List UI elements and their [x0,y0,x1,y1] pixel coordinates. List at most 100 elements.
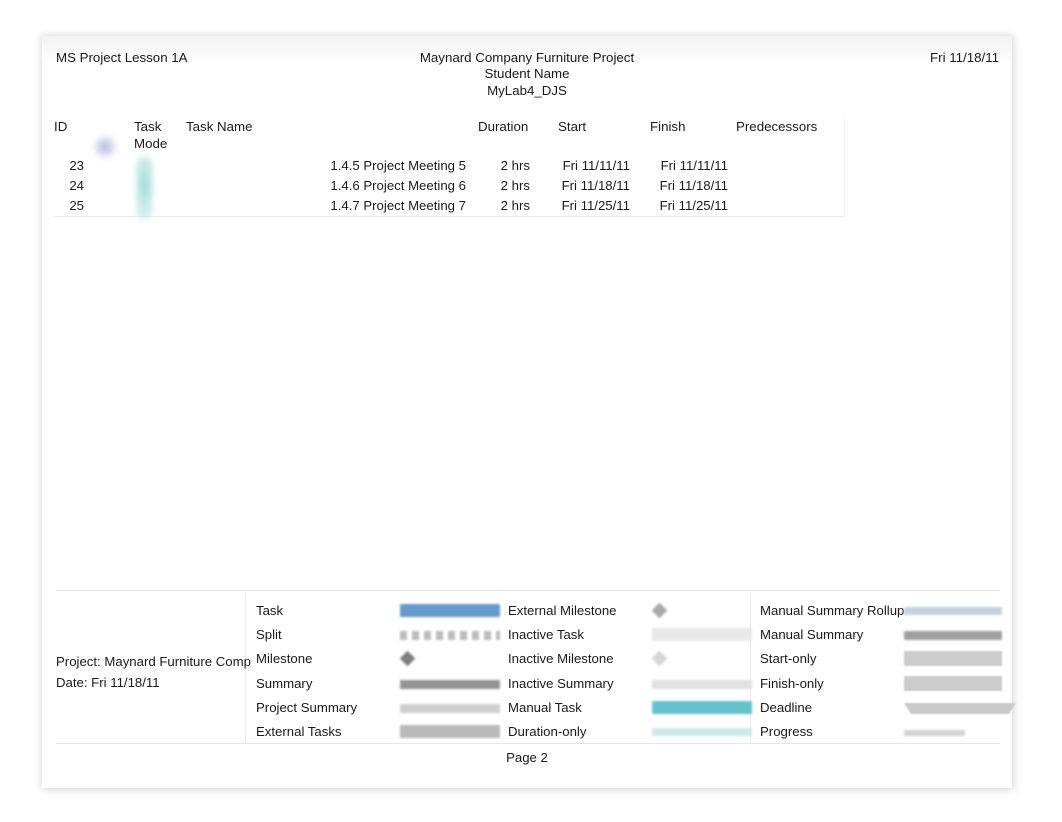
table-right-edge [844,118,845,218]
cell-finish: Fri 11/25/11 [659,198,728,213]
legend-swatch-manual-task [652,700,752,714]
cell-duration: 2 hrs [500,158,530,173]
legend-item: Task [256,599,508,623]
legend-column-a: Task Split Milestone Summary Project Sum… [256,599,508,744]
legend-swatch-milestone [399,651,416,667]
legend-item: Split [256,623,508,647]
legend-swatch-external-tasks [400,724,500,738]
cell-task-name: 1.4.5 Project Meeting 5 [330,158,466,173]
legend-swatch-deadline [904,702,1016,714]
legend-swatch-task [400,604,500,617]
legend-item: External Milestone [508,599,760,623]
legend-project-date: Date: Fri 11/18/11 [56,674,160,690]
legend-swatch-inactive-milestone [651,651,668,667]
column-header-id: ID [54,119,68,134]
legend-project-info: Project: Maynard Furniture Comp Date: Fr… [56,652,251,693]
column-header-duration: Duration [478,119,529,134]
table-bottom-rule [54,216,844,217]
legend-label-inactive-task: Inactive Task [508,627,584,643]
header-project-title: Maynard Company Furniture Project [419,50,635,65]
legend-item: Manual Task [508,696,760,720]
page-header: MS Project Lesson 1A Maynard Company Fur… [42,50,1012,110]
task-table: ID Task Mode Task Name Duration Start Fi… [42,118,847,216]
legend-label-manual-summary-rollup: Manual Summary Rollup [760,603,905,618]
legend-panel: Project: Maynard Furniture Comp Date: Fr… [42,591,1016,744]
legend-item: Project Summary [256,696,508,720]
legend-item: Start-only [760,647,1012,671]
column-header-finish: Finish [650,119,686,134]
legend-label-project-summary: Project Summary [256,699,358,715]
legend-item: Progress [760,720,1012,744]
legend-item: Inactive Task [508,623,760,647]
cell-duration: 2 hrs [500,198,530,213]
table-row[interactable]: 24 1.4.6 Project Meeting 6 2 hrs Fri 11/… [42,176,847,196]
legend-label-milestone: Milestone [256,651,313,667]
footer-separator [56,743,1000,744]
legend-item: Finish-only [760,672,1012,696]
legend-swatch-external-milestone [651,602,668,619]
legend-swatch-start-only [904,651,1002,667]
legend-label-manual-summary: Manual Summary [760,627,864,643]
header-student-name: Student Name [484,66,570,82]
legend-item: Inactive Milestone [508,647,760,671]
legend-project-name: Project: Maynard Furniture Comp [56,654,251,669]
cell-id: 24 [69,178,84,193]
legend-label-inactive-milestone: Inactive Milestone [508,651,614,667]
printed-page-sheet: MS Project Lesson 1A Maynard Company Fur… [42,36,1016,788]
legend-label-task: Task [256,603,284,618]
legend-swatch-summary [400,679,500,689]
legend-item: Deadline [760,696,1016,720]
legend-item: Inactive Summary [508,672,760,696]
legend-swatch-finish-only [904,675,1002,691]
header-date-text: Fri 11/18/11 [930,50,999,65]
cell-finish: Fri 11/11/11 [660,158,728,173]
legend-swatch-manual-summary-rollup [904,607,1002,615]
legend-label-duration-only: Duration-only [508,723,587,739]
column-header-task-name: Task Name [186,119,253,134]
cell-id: 25 [69,198,84,213]
header-file-name: MyLab4_DJS [487,82,567,98]
legend-label-deadline: Deadline [760,699,813,715]
legend-label-external-milestone: External Milestone [508,603,617,618]
legend-item: External Tasks [256,720,508,744]
legend-label-progress: Progress [760,723,813,739]
table-header-row: ID Task Mode Task Name Duration Start Fi… [42,118,847,156]
column-header-start: Start [558,119,587,134]
column-header-task-mode: Task Mode [134,119,168,151]
legend-column-c: Manual Summary Rollup Manual Summary Sta… [760,599,1016,744]
manual-schedule-icon [137,156,152,220]
legend-label-manual-task: Manual Task [508,699,582,715]
legend-swatch-project-summary [400,703,500,713]
legend-item: Manual Summary Rollup [760,599,1012,623]
legend-swatch-progress [904,729,1002,736]
legend-label-external-tasks: External Tasks [256,723,342,739]
legend-label-summary: Summary [256,675,313,691]
legend-label-inactive-summary: Inactive Summary [508,675,614,691]
table-row[interactable]: 23 1.4.5 Project Meeting 5 2 hrs Fri 11/… [42,156,847,176]
legend-label-finish-only: Finish-only [760,675,824,691]
legend-column-b: External Milestone Inactive Task Inactiv… [508,599,760,744]
legend-swatch-duration-only [652,727,752,736]
table-row[interactable]: 25 1.4.7 Project Meeting 7 2 hrs Fri 11/… [42,196,847,216]
page-number-label: Page 2 [506,750,548,765]
legend-swatch-inactive-summary [652,679,752,689]
legend-item: Duration-only [508,720,760,744]
cell-start: Fri 11/11/11 [562,158,630,173]
legend-item: Summary [256,672,508,696]
legend-item: Milestone [256,647,508,671]
column-header-predecessors: Predecessors [736,119,818,134]
cell-start: Fri 11/25/11 [561,198,630,213]
legend-item: Manual Summary [760,623,1012,647]
cell-start: Fri 11/18/11 [561,178,630,193]
cell-finish: Fri 11/18/11 [659,178,728,193]
header-center-text: Maynard Company Furniture Project Studen… [42,50,1012,99]
legend-swatch-split [400,631,500,641]
legend-swatch-manual-summary [904,631,1002,641]
legend-label-split: Split [256,627,282,643]
cell-task-name: 1.4.6 Project Meeting 6 [330,178,466,193]
legend-swatch-inactive-task [652,628,752,642]
legend-label-start-only: Start-only [760,651,817,667]
auto-schedule-icon [92,134,118,160]
cell-id: 23 [69,158,84,173]
cell-task-name: 1.4.7 Project Meeting 7 [330,198,466,213]
